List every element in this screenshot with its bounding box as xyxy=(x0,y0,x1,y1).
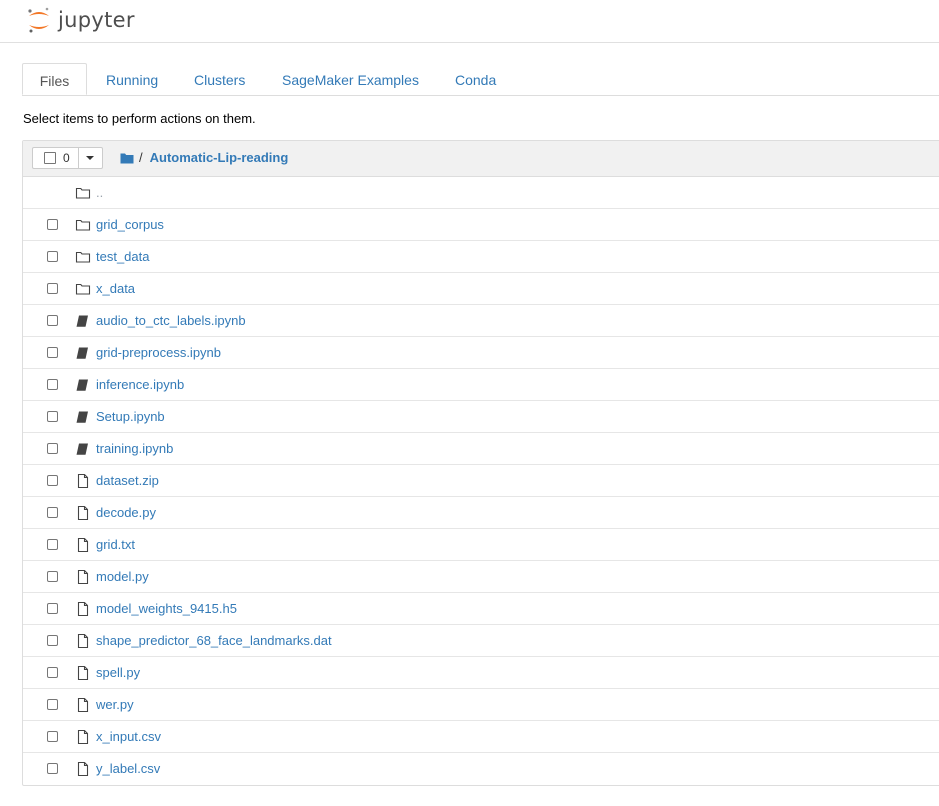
tab-clusters[interactable]: Clusters xyxy=(194,63,245,95)
row-checkbox[interactable] xyxy=(47,731,58,742)
file-row[interactable]: wer.py xyxy=(23,689,939,721)
file-name-link[interactable]: y_label.csv xyxy=(96,761,160,776)
file-name-link[interactable]: grid.txt xyxy=(96,537,135,552)
row-checkbox[interactable] xyxy=(47,635,58,646)
file-icon xyxy=(77,697,89,713)
file-list-header: 0 / Automatic-Lip-reading xyxy=(23,141,939,177)
file-name-link[interactable]: spell.py xyxy=(96,665,140,680)
row-checkbox[interactable] xyxy=(47,699,58,710)
row-checkbox[interactable] xyxy=(47,315,58,326)
file-name-link[interactable]: model_weights_9415.h5 xyxy=(96,601,237,616)
file-row[interactable]: spell.py xyxy=(23,657,939,689)
file-icon xyxy=(77,761,89,777)
file-name-link[interactable]: x_data xyxy=(96,281,135,296)
row-checkbox[interactable] xyxy=(47,603,58,614)
row-checkbox[interactable] xyxy=(47,763,58,774)
file-row[interactable]: Setup.ipynb xyxy=(23,401,939,433)
file-name-link[interactable]: model.py xyxy=(96,569,149,584)
folder-icon xyxy=(75,219,91,231)
notebook-icon xyxy=(76,315,88,327)
jupyter-logo[interactable]: jupyter xyxy=(26,6,135,34)
logo-text: jupyter xyxy=(58,8,135,32)
file-name-link[interactable]: test_data xyxy=(96,249,150,264)
selected-count: 0 xyxy=(63,151,70,165)
select-all-checkbox[interactable] xyxy=(44,152,56,164)
folder-icon xyxy=(75,187,91,199)
tab-files[interactable]: Files xyxy=(22,63,87,95)
folder-solid-icon[interactable] xyxy=(120,152,134,164)
file-name-link[interactable]: decode.py xyxy=(96,505,156,520)
file-name-link[interactable]: dataset.zip xyxy=(96,473,159,488)
file-row[interactable]: grid.txt xyxy=(23,529,939,561)
file-icon xyxy=(77,601,89,617)
selection-dropdown-button[interactable] xyxy=(78,147,103,169)
file-name-link[interactable]: Setup.ipynb xyxy=(96,409,165,424)
file-name-link[interactable]: inference.ipynb xyxy=(96,377,184,392)
file-row[interactable]: inference.ipynb xyxy=(23,369,939,401)
file-row[interactable]: shape_predictor_68_face_landmarks.dat xyxy=(23,625,939,657)
row-checkbox[interactable] xyxy=(47,667,58,678)
parent-directory-link[interactable]: .. xyxy=(96,185,103,200)
selection-hint: Select items to perform actions on them. xyxy=(23,111,256,126)
jupyter-logo-icon xyxy=(28,7,49,33)
main-tabs: Files Running Clusters SageMaker Example… xyxy=(22,63,939,96)
file-rows: grid_corpus test_data x_data audio_to_ctc_l… xyxy=(23,209,939,785)
file-name-link[interactable]: grid_corpus xyxy=(96,217,164,232)
row-checkbox[interactable] xyxy=(47,379,58,390)
tab-conda[interactable]: Conda xyxy=(455,63,496,95)
file-name-link[interactable]: audio_to_ctc_labels.ipynb xyxy=(96,313,246,328)
file-icon xyxy=(77,473,89,489)
row-checkbox[interactable] xyxy=(47,539,58,550)
file-name-link[interactable]: grid-preprocess.ipynb xyxy=(96,345,221,360)
breadcrumb-current-directory[interactable]: Automatic-Lip-reading xyxy=(150,150,289,165)
file-icon xyxy=(77,569,89,585)
file-name-link[interactable]: training.ipynb xyxy=(96,441,173,456)
caret-down-icon xyxy=(86,156,95,160)
top-header: jupyter xyxy=(0,0,939,43)
tab-running[interactable]: Running xyxy=(106,63,158,95)
folder-icon xyxy=(75,251,91,263)
file-row[interactable]: y_label.csv xyxy=(23,753,939,785)
file-name-link[interactable]: wer.py xyxy=(96,697,134,712)
select-all-button[interactable]: 0 xyxy=(32,147,79,169)
folder-icon xyxy=(75,283,91,295)
file-row[interactable]: grid_corpus xyxy=(23,209,939,241)
row-checkbox[interactable] xyxy=(47,219,58,230)
file-row[interactable]: model_weights_9415.h5 xyxy=(23,593,939,625)
row-checkbox[interactable] xyxy=(47,347,58,358)
file-name-link[interactable]: shape_predictor_68_face_landmarks.dat xyxy=(96,633,332,648)
parent-directory-row[interactable]: .. xyxy=(23,177,939,209)
file-name-link[interactable]: x_input.csv xyxy=(96,729,161,744)
file-row[interactable]: test_data xyxy=(23,241,939,273)
notebook-icon xyxy=(76,347,88,359)
file-list: 0 / Automatic-Lip-reading .. grid_corpus… xyxy=(22,140,939,786)
row-checkbox[interactable] xyxy=(47,475,58,486)
file-row[interactable]: training.ipynb xyxy=(23,433,939,465)
select-all-group: 0 xyxy=(32,147,103,169)
row-checkbox[interactable] xyxy=(47,283,58,294)
file-row[interactable]: audio_to_ctc_labels.ipynb xyxy=(23,305,939,337)
row-checkbox[interactable] xyxy=(47,411,58,422)
file-icon xyxy=(77,633,89,649)
notebook-icon xyxy=(76,379,88,391)
notebook-icon xyxy=(76,411,88,423)
breadcrumb: / Automatic-Lip-reading xyxy=(120,150,288,165)
file-icon xyxy=(77,729,89,745)
file-icon xyxy=(77,665,89,681)
tab-sagemaker-examples[interactable]: SageMaker Examples xyxy=(282,63,419,95)
file-row[interactable]: x_input.csv xyxy=(23,721,939,753)
breadcrumb-separator: / xyxy=(139,150,143,165)
row-checkbox[interactable] xyxy=(47,571,58,582)
file-icon xyxy=(77,537,89,553)
notebook-icon xyxy=(76,443,88,455)
row-checkbox[interactable] xyxy=(47,251,58,262)
row-checkbox[interactable] xyxy=(47,443,58,454)
file-row[interactable]: decode.py xyxy=(23,497,939,529)
file-icon xyxy=(77,505,89,521)
file-row[interactable]: grid-preprocess.ipynb xyxy=(23,337,939,369)
file-row[interactable]: x_data xyxy=(23,273,939,305)
file-row[interactable]: dataset.zip xyxy=(23,465,939,497)
row-checkbox[interactable] xyxy=(47,507,58,518)
file-row[interactable]: model.py xyxy=(23,561,939,593)
